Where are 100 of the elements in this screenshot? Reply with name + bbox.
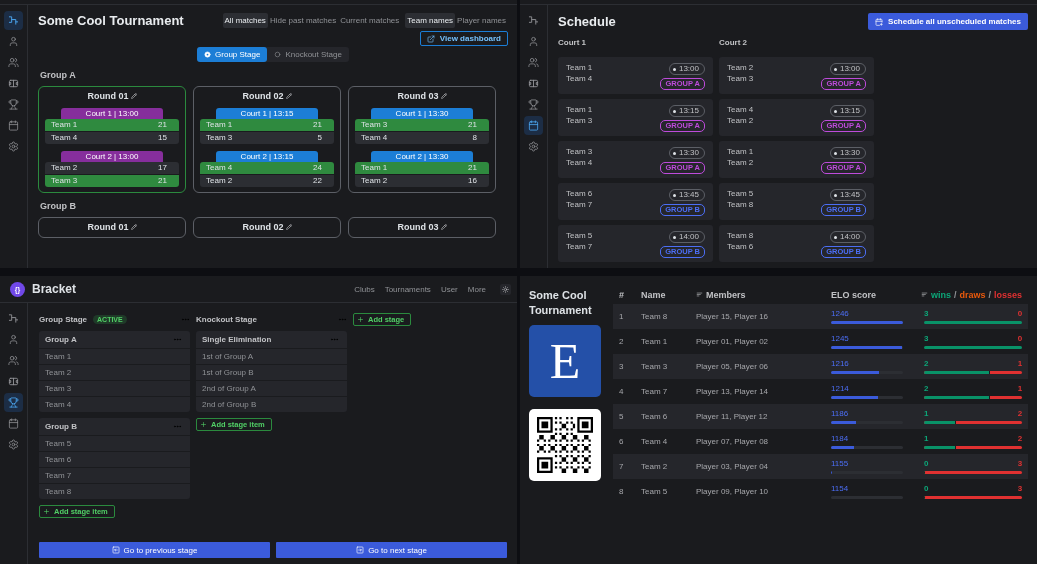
schedule-all-button[interactable]: Schedule all unscheduled matches xyxy=(868,13,1028,30)
sort-icon xyxy=(921,291,928,299)
stage-item-title: Single Elimination xyxy=(202,335,272,344)
wins-count: 0 xyxy=(924,484,929,494)
team-name: Team 4 xyxy=(206,164,233,172)
losses-count: 3 xyxy=(1017,484,1023,494)
trophy-icon[interactable] xyxy=(8,99,19,110)
team-name: Team 3 xyxy=(361,121,388,129)
column-header: Members xyxy=(706,289,746,300)
page-title: Schedule xyxy=(558,14,616,29)
plus-icon xyxy=(43,508,50,515)
team-name: Team 2 xyxy=(51,164,78,172)
sidebar-button[interactable] xyxy=(4,11,23,30)
calendar-icon[interactable] xyxy=(528,120,539,131)
trophy-icon[interactable] xyxy=(528,99,539,110)
filter-option[interactable]: Hide past matches xyxy=(267,13,339,28)
user-icon[interactable] xyxy=(528,36,539,47)
team-name: Team 5 xyxy=(566,231,593,240)
previous-stage-button[interactable]: Go to previous stage xyxy=(39,542,270,558)
sidebar-button[interactable] xyxy=(524,116,543,135)
pencil-icon[interactable] xyxy=(285,224,292,230)
team-name: Team 4 xyxy=(361,134,388,142)
nav-link[interactable]: Clubs xyxy=(354,284,375,294)
losses-count: 1 xyxy=(1017,359,1023,369)
stage-item-entry: Team 3 xyxy=(39,380,190,396)
nav-link[interactable]: More xyxy=(467,284,486,294)
group-heading: Group B xyxy=(40,201,77,211)
filter-option[interactable]: All matches xyxy=(222,13,268,28)
page-title: Some Cool Tournament xyxy=(38,13,184,28)
filter-option[interactable]: Current matches xyxy=(338,13,402,28)
court-icon[interactable] xyxy=(8,78,19,89)
sidebar-button[interactable] xyxy=(4,393,23,412)
team-name: Team 3 xyxy=(206,134,233,142)
losses-count: 3 xyxy=(1017,459,1023,469)
trophy-icon[interactable] xyxy=(8,397,19,408)
round-title: Round 01 xyxy=(87,222,129,232)
team-name: Team 1 xyxy=(566,105,593,114)
pencil-icon[interactable] xyxy=(440,93,447,99)
theme-toggle-button[interactable] xyxy=(500,283,511,295)
settings-icon[interactable] xyxy=(528,141,539,152)
stage-tab[interactable]: Group Stage xyxy=(197,47,268,62)
group-heading: Group A xyxy=(40,70,77,80)
users-icon[interactable] xyxy=(8,355,19,366)
team-name: Team 6 xyxy=(566,189,593,198)
calendar-icon[interactable] xyxy=(8,418,19,429)
wins-count: 0 xyxy=(924,459,929,469)
next-stage-button[interactable]: Go to next stage xyxy=(276,542,507,558)
column-header: ELO score xyxy=(831,290,877,300)
pencil-icon[interactable] xyxy=(440,224,447,230)
user-icon[interactable] xyxy=(8,36,19,47)
wins-count: 3 xyxy=(924,309,929,319)
nav-link[interactable]: User xyxy=(440,284,458,294)
user-icon[interactable] xyxy=(8,334,19,345)
rank: 2 xyxy=(619,337,624,346)
stage-tab[interactable]: Knockout Stage xyxy=(267,47,349,62)
bracket-tree-icon[interactable] xyxy=(8,15,19,26)
pencil-icon[interactable] xyxy=(130,93,137,99)
court-icon[interactable] xyxy=(528,78,539,89)
team-name: Team 4 xyxy=(641,437,668,446)
stage-item-entry: 2nd of Group B xyxy=(196,396,347,412)
rank: 3 xyxy=(619,362,624,371)
bracket-tree-icon[interactable] xyxy=(8,313,19,324)
losses-count: 1 xyxy=(1017,384,1023,394)
elo-score: 1154 xyxy=(831,484,849,494)
users-icon[interactable] xyxy=(528,57,539,68)
name-mode-option[interactable]: Team names xyxy=(405,13,456,28)
stage-item-entry: Team 4 xyxy=(39,396,190,412)
app-name: Bracket xyxy=(32,282,77,296)
team-score: 22 xyxy=(313,177,322,185)
settings-icon[interactable] xyxy=(8,439,19,450)
team-name: Team 1 xyxy=(51,121,78,129)
team-name: Team 3 xyxy=(51,177,78,185)
team-name: Team 4 xyxy=(727,105,754,114)
team-name: Team 2 xyxy=(361,177,388,185)
elo-score: 1184 xyxy=(831,434,849,444)
arrow-left-square-icon xyxy=(111,546,120,554)
team-members: Player 01, Player 02 xyxy=(696,337,769,346)
settings-icon[interactable] xyxy=(8,141,19,152)
team-name: Team 2 xyxy=(727,158,754,167)
stage-item-title: Group A xyxy=(45,335,77,344)
elo-score: 1186 xyxy=(831,409,849,419)
pencil-icon[interactable] xyxy=(285,93,292,99)
view-dashboard-button[interactable]: View dashboard xyxy=(419,31,508,46)
nav-link[interactable]: Tournaments xyxy=(384,284,431,294)
pencil-icon[interactable] xyxy=(130,224,137,230)
stage-title: Knockout Stage xyxy=(196,314,257,324)
radio-checked-icon xyxy=(204,51,212,58)
court-label: Court 1 | 13:15 xyxy=(216,108,318,119)
team-name: Team 4 xyxy=(566,74,593,83)
bracket-tree-icon[interactable] xyxy=(528,15,539,26)
wins-count: 2 xyxy=(924,384,929,394)
court-heading: Court 1 xyxy=(558,38,586,47)
court-icon[interactable] xyxy=(8,376,19,387)
team-name: Team 1 xyxy=(361,164,388,172)
name-mode-option[interactable]: Player names xyxy=(455,13,508,28)
team-score: 21 xyxy=(158,177,167,185)
stage-item-entry: Team 7 xyxy=(39,467,190,483)
users-icon[interactable] xyxy=(8,57,19,68)
calendar-icon[interactable] xyxy=(8,120,19,131)
stage-title: Group Stage xyxy=(39,314,87,324)
